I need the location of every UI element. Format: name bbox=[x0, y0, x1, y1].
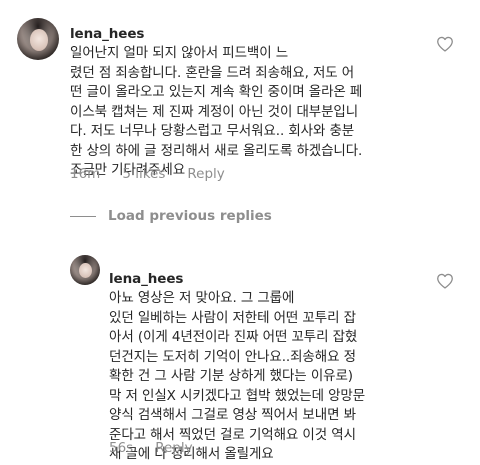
reply-button[interactable]: Reply bbox=[155, 440, 192, 456]
comment-time: 56s bbox=[109, 440, 134, 456]
comment-meta: 16m 5 likes Reply bbox=[70, 166, 225, 182]
comment-time: 16m bbox=[70, 166, 101, 182]
heart-outline-icon[interactable] bbox=[436, 36, 454, 52]
heart-outline-icon[interactable] bbox=[436, 273, 454, 289]
load-previous-replies-label: Load previous replies bbox=[108, 208, 272, 224]
comment-body: lena_hees 일어난지 얼마 되지 않아서 피드백이 느 렸던 점 죄송합… bbox=[70, 5, 446, 181]
comment-text: 아뇨 영상은 저 맞아요. 그 그룹에 있던 일베하는 사람이 저한테 어떤 꼬… bbox=[109, 290, 366, 462]
reply-button[interactable]: Reply bbox=[187, 166, 224, 182]
comment-text: 일어난지 얼마 되지 않아서 피드백이 느 렸던 점 죄송합니다. 혼란을 드려… bbox=[70, 45, 363, 178]
avatar[interactable] bbox=[70, 255, 100, 285]
divider-line bbox=[70, 215, 96, 217]
comment-username[interactable]: lena_hees bbox=[109, 271, 183, 287]
avatar[interactable] bbox=[17, 18, 59, 60]
comment-likes[interactable]: 5 likes bbox=[122, 166, 165, 182]
comment-username[interactable]: lena_hees bbox=[70, 26, 144, 42]
comment-meta: 56s Reply bbox=[109, 440, 193, 456]
load-previous-replies-button[interactable]: Load previous replies bbox=[70, 208, 272, 224]
comment-body: lena_hees 아뇨 영상은 저 맞아요. 그 그룹에 있던 일베하는 사람… bbox=[109, 250, 437, 465]
